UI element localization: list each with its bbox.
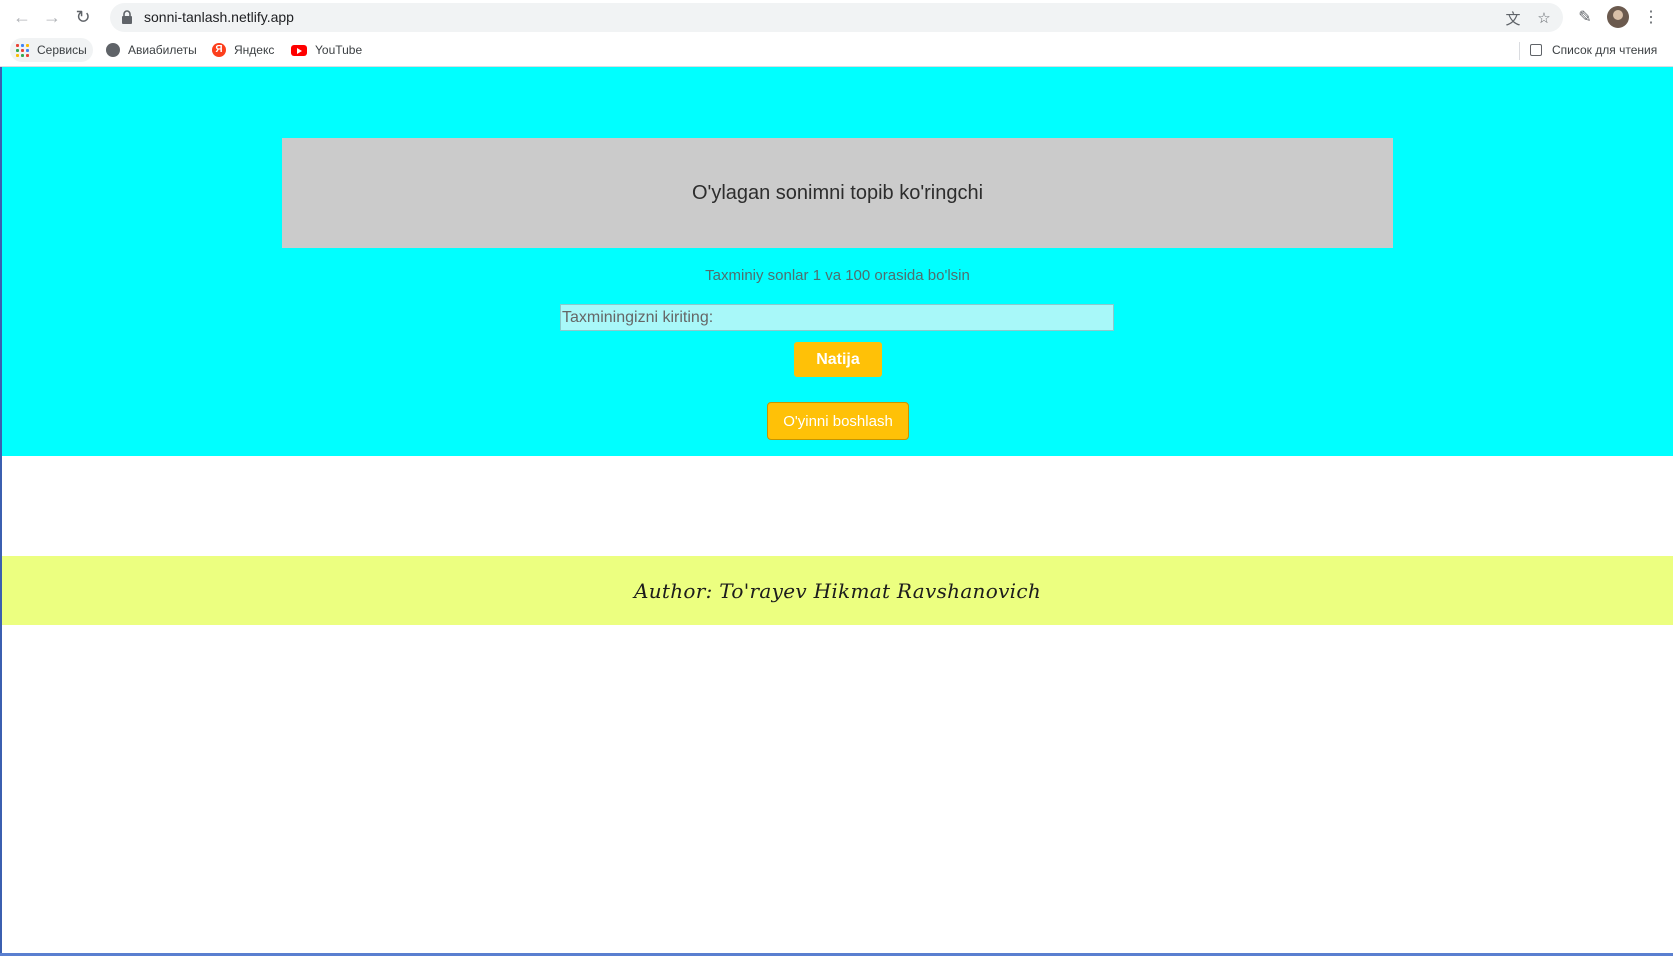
avatar[interactable] (1607, 6, 1629, 28)
url-text: sonni-tanlash.netlify.app (144, 9, 294, 25)
hint-text: Taxminiy sonlar 1 va 100 orasida bo'lsin (705, 267, 970, 284)
back-icon[interactable]: ← (10, 5, 34, 29)
bookmarks-bar: Сервисы Авиабилеты Я Яндекс YouTube Спис… (0, 35, 1673, 67)
reload-icon[interactable]: ↻ (71, 5, 95, 29)
bookmarks-divider (1519, 42, 1520, 60)
footer: Author: To'rayev Hikmat Ravshanovich (2, 556, 1673, 625)
reading-list-icon (1530, 44, 1542, 56)
title-box: O'ylagan sonimni topib ko'ringchi (282, 138, 1393, 248)
page-title: O'ylagan sonimni topib ko'ringchi (691, 181, 984, 204)
page-viewport: O'ylagan sonimni topib ko'ringchi Taxmin… (2, 67, 1673, 956)
bookmark-label: Авиабилеты (128, 43, 197, 57)
bookmark-label: Сервисы (37, 43, 87, 57)
yandex-icon: Я (212, 43, 226, 57)
author-text: Author: To'rayev Hikmat Ravshanovich (633, 578, 1042, 603)
game-section: O'ylagan sonimni topib ko'ringchi Taxmin… (2, 67, 1673, 456)
bookmark-aviabilety[interactable]: Авиабилеты (100, 38, 203, 62)
youtube-icon (291, 44, 307, 56)
menu-icon[interactable]: ⋮ (1641, 7, 1661, 27)
lock-icon (122, 10, 132, 24)
bookmark-yandex[interactable]: Я Яндекс (206, 38, 280, 62)
translate-icon[interactable]: 文 (1504, 9, 1522, 28)
bookmark-label: Яндекс (234, 43, 275, 57)
bookmark-apps[interactable]: Сервисы (10, 38, 93, 62)
browser-chrome: ← → ↻ sonni-tanlash.netlify.app 文 ☆ ✎ ⋮ … (0, 0, 1673, 67)
bookmark-youtube[interactable]: YouTube (285, 38, 368, 62)
browser-toolbar: ← → ↻ sonni-tanlash.netlify.app 文 ☆ ✎ ⋮ (0, 0, 1673, 35)
reading-list-label: Список для чтения (1552, 43, 1658, 57)
guess-input[interactable] (560, 304, 1114, 331)
extensions-icon[interactable]: ✎ (1575, 7, 1595, 27)
start-game-button[interactable]: O'yinni boshlash (767, 402, 909, 440)
address-bar[interactable]: sonni-tanlash.netlify.app 文 ☆ (110, 3, 1563, 32)
bookmark-label: YouTube (315, 43, 363, 57)
result-button[interactable]: Natija (794, 342, 882, 377)
globe-icon (106, 43, 120, 57)
forward-icon[interactable]: → (40, 5, 64, 29)
reading-list-button[interactable]: Список для чтения (1530, 38, 1657, 62)
star-icon[interactable]: ☆ (1535, 9, 1553, 27)
apps-icon (16, 43, 29, 57)
